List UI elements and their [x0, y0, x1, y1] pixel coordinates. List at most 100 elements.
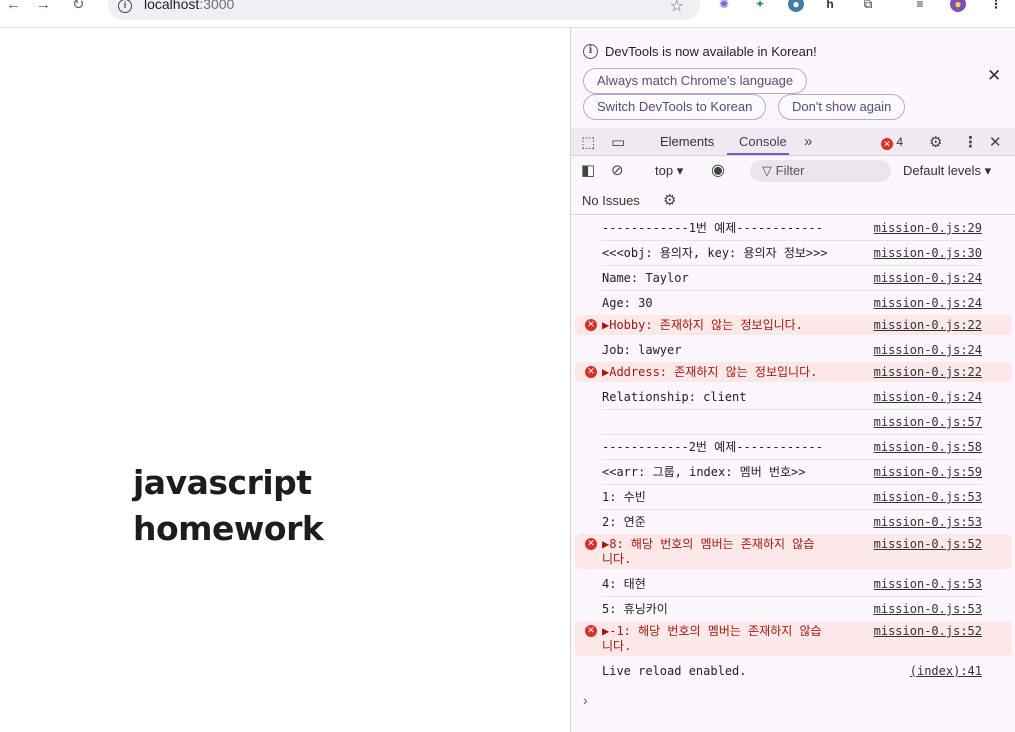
source-link[interactable]: mission-0.js:24	[874, 343, 982, 358]
console-message: 1: 수빈	[602, 490, 646, 504]
source-link[interactable]: mission-0.js:53	[874, 577, 982, 592]
live-expression-eye-icon[interactable]: ◉	[711, 160, 725, 180]
console-prompt[interactable]: ›	[583, 692, 588, 708]
source-link[interactable]: (index):41	[910, 664, 982, 679]
console-message: Live reload enabled.	[602, 664, 747, 678]
heading-line-2: homework	[133, 509, 324, 548]
extensions-puzzle-icon[interactable]: ⧉	[860, 0, 876, 12]
source-link[interactable]: mission-0.js:52	[874, 624, 982, 639]
console-message: <<<obj: 용의자, key: 용의자 정보>>>	[602, 246, 828, 260]
info-icon: i	[583, 44, 598, 59]
switch-language-button[interactable]: Switch DevTools to Korean	[583, 94, 767, 120]
match-language-button[interactable]: Always match Chrome's language	[583, 68, 808, 94]
filter-input[interactable]: ▽ Filter	[750, 160, 891, 182]
error-count-badge[interactable]: ✕ 4	[881, 135, 903, 150]
more-tabs-icon[interactable]: »	[804, 133, 812, 150]
console-error-row[interactable]: ✕ ▶Address: 존재하지 않는 정보입니다. mission-0.js:22	[575, 362, 1012, 382]
tab-console[interactable]: Console	[739, 134, 787, 149]
profile-avatar-icon[interactable]: ●	[950, 0, 966, 12]
reload-icon[interactable]: ↻	[72, 0, 85, 14]
console-log-row: 1: 수빈 mission-0.js:53	[575, 485, 1012, 510]
source-link[interactable]: mission-0.js:53	[874, 602, 982, 617]
console-log-row: 4: 태현 mission-0.js:53	[575, 572, 1012, 597]
console-error-row[interactable]: ✕ ▶8: 해당 번호의 멤버는 존재하지 않습 니다. mission-0.js:…	[575, 534, 1012, 569]
console-log-row: 5: 휴닝카이 mission-0.js:53	[575, 597, 1012, 622]
console-log-row: Age: 30 mission-0.js:24	[575, 291, 1012, 316]
source-link[interactable]: mission-0.js:24	[874, 390, 982, 405]
url-text[interactable]: localhost:3000	[144, 0, 234, 12]
console-message: 4: 태현	[602, 577, 646, 591]
console-log-row: <<<obj: 용의자, key: 용의자 정보>>> mission-0.js:…	[575, 241, 1012, 266]
devtools-panel: i DevTools is now available in Korean! ✕…	[570, 28, 1015, 732]
source-link[interactable]: mission-0.js:58	[874, 440, 982, 455]
close-notice-icon[interactable]: ✕	[987, 66, 1001, 86]
clear-console-icon[interactable]: ⊘	[611, 161, 624, 179]
extension-leaf-icon[interactable]: ✦	[752, 0, 768, 12]
error-icon: ✕	[585, 625, 597, 637]
issues-bar: No Issues ⚙	[571, 186, 1015, 215]
console-log-row: Job: lawyer mission-0.js:24	[575, 338, 1012, 363]
source-link[interactable]: mission-0.js:24	[874, 296, 982, 311]
tab-elements[interactable]: Elements	[660, 134, 714, 149]
filter-placeholder: Filter	[775, 163, 805, 178]
console-message: Age: 30	[602, 296, 653, 310]
source-link[interactable]: mission-0.js:29	[874, 221, 982, 236]
media-controls-icon[interactable]: ≡	[912, 0, 928, 12]
context-selector[interactable]: top ▾	[655, 163, 683, 179]
devtools-menu-icon[interactable]: ⋮	[963, 133, 978, 151]
console-settings-gear-icon[interactable]: ⚙	[663, 191, 676, 209]
error-icon: ✕	[585, 366, 597, 378]
inspect-element-icon[interactable]: ⬚	[581, 133, 595, 151]
forward-icon[interactable]: →	[36, 0, 51, 14]
source-link[interactable]: mission-0.js:59	[874, 465, 982, 480]
log-levels-dropdown[interactable]: Default levels ▾	[903, 163, 991, 179]
console-message: ▶Hobby: 존재하지 않는 정보입니다.	[602, 318, 803, 332]
bookmark-star-icon[interactable]: ☆	[670, 0, 684, 16]
sidebar-toggle-icon[interactable]: ◧	[581, 161, 595, 179]
console-toolbar: ◧ ⊘ top ▾ ◉ ▽ Filter Default levels ▾	[571, 157, 1015, 186]
page-heading: javascript homework	[133, 460, 324, 552]
source-link[interactable]: mission-0.js:53	[874, 515, 982, 530]
device-toolbar-icon[interactable]: ▭	[611, 133, 625, 151]
console-error-row[interactable]: ✕ ▶Hobby: 존재하지 않는 정보입니다. mission-0.js:22	[575, 315, 1012, 335]
dont-show-again-button[interactable]: Don't show again	[778, 94, 906, 120]
extension-globe-icon[interactable]: ●	[788, 0, 804, 12]
console-log-row: 2: 연준 mission-0.js:53	[575, 510, 1012, 535]
devtools-tabbar: ⬚ ▭ Elements Console » ✕ 4 ⚙ ⋮ ✕	[571, 128, 1015, 156]
issues-label[interactable]: No Issues	[582, 193, 640, 208]
address-bar[interactable]: i localhost:3000 ☆	[108, 0, 700, 20]
console-message: Job: lawyer	[602, 343, 682, 357]
error-icon: ✕	[585, 319, 597, 331]
active-tab-indicator	[727, 153, 789, 155]
menu-kebab-icon[interactable]: ⋮	[988, 0, 1004, 12]
source-link[interactable]: mission-0.js:22	[874, 365, 982, 380]
back-icon[interactable]: ←	[6, 0, 21, 14]
console-message: Relationship: client	[602, 390, 747, 404]
console-message: ▶-1: 해당 번호의 멤버는 존재하지 않습 니다.	[602, 624, 822, 653]
source-link[interactable]: mission-0.js:30	[874, 246, 982, 261]
notice-text: DevTools is now available in Korean!	[605, 44, 817, 59]
close-devtools-icon[interactable]: ✕	[989, 133, 1002, 151]
source-link[interactable]: mission-0.js:52	[874, 537, 982, 552]
settings-gear-icon[interactable]: ⚙	[929, 133, 942, 151]
site-info-icon[interactable]: i	[118, 0, 132, 13]
console-log-row: Name: Taylor mission-0.js:24	[575, 266, 1012, 291]
error-icon: ✕	[881, 138, 893, 150]
console-error-row[interactable]: ✕ ▶-1: 해당 번호의 멤버는 존재하지 않습 니다. mission-0.js…	[575, 621, 1012, 656]
source-link[interactable]: mission-0.js:53	[874, 490, 982, 505]
extension-h-icon[interactable]: h	[822, 0, 838, 12]
heading-line-1: javascript	[133, 463, 312, 502]
console-message: Name: Taylor	[602, 271, 689, 285]
source-link[interactable]: mission-0.js:22	[874, 318, 982, 333]
source-link[interactable]: mission-0.js:24	[874, 271, 982, 286]
console-message: <<arr: 그룹, index: 멤버 번호>>	[602, 465, 806, 479]
source-link[interactable]: mission-0.js:57	[874, 415, 982, 430]
console-log-row: mission-0.js:57	[575, 410, 1012, 435]
browser-toolbar: ← → ↻ i localhost:3000 ☆ ✺ ✦ ● h ⧉ ≡ ● ⋮	[0, 0, 1015, 28]
console-message: ------------1번 예제------------	[602, 221, 823, 235]
console-message: 2: 연준	[602, 515, 646, 529]
console-log-row: ------------2번 예제------------ mission-0.j…	[575, 435, 1012, 460]
console-message: 5: 휴닝카이	[602, 602, 668, 616]
extension-gear-icon[interactable]: ✺	[716, 0, 732, 12]
console-log-row: <<arr: 그룹, index: 멤버 번호>> mission-0.js:59	[575, 460, 1012, 485]
